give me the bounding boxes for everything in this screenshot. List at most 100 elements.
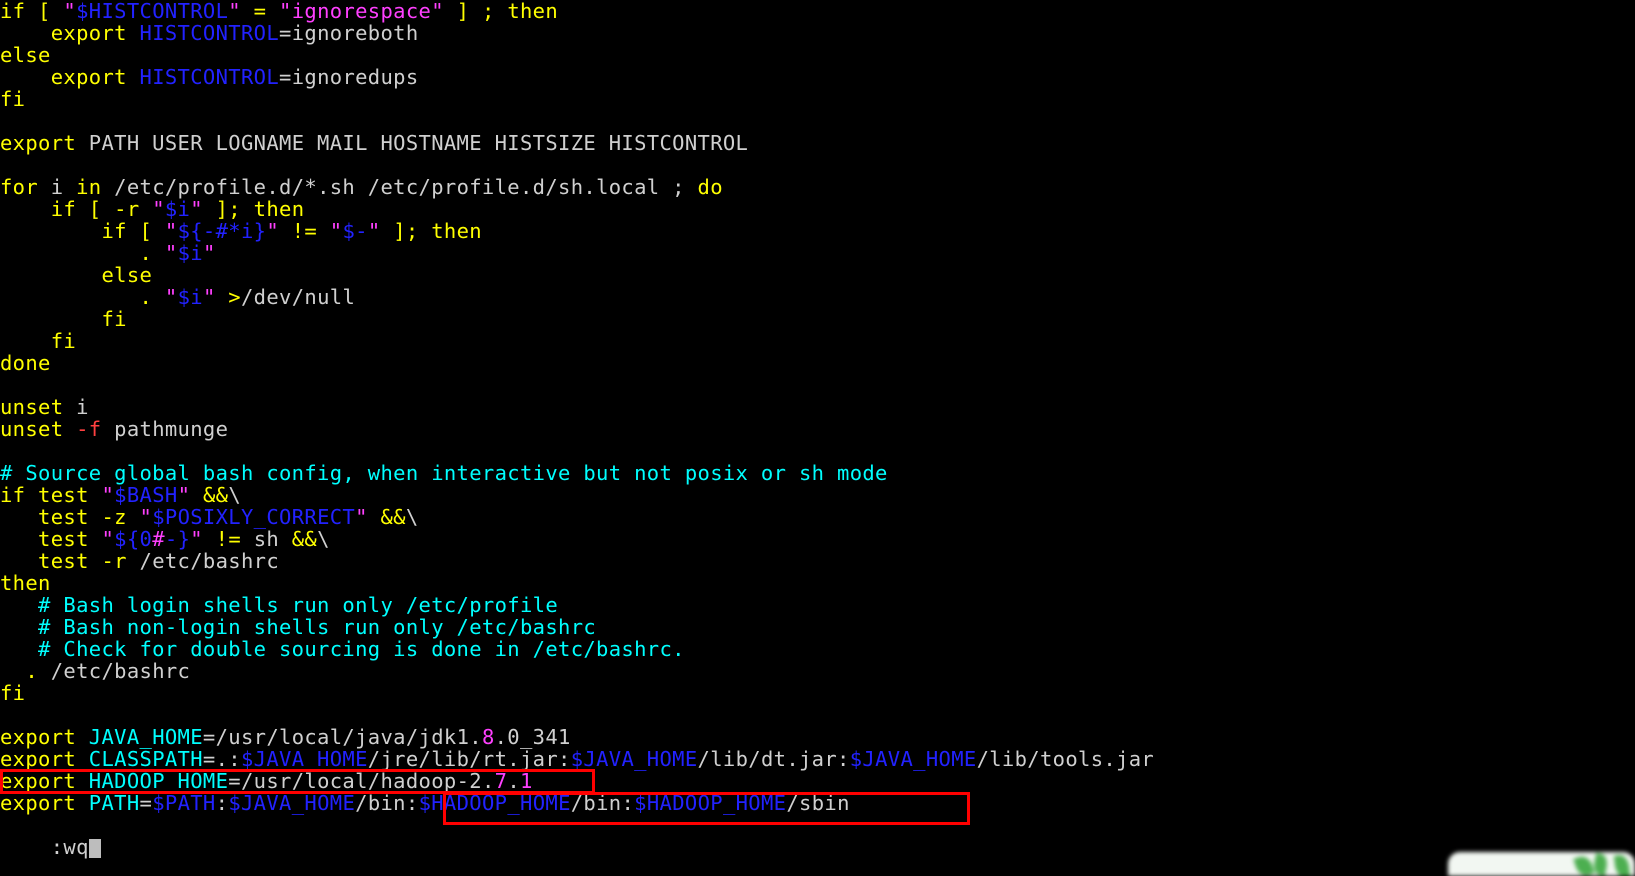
- code-line: for i in /etc/profile.d/*.sh /etc/profil…: [0, 176, 1635, 198]
- code-token: 1: [520, 769, 533, 793]
- code-token: ${0: [114, 527, 153, 551]
- code-token: -r: [114, 197, 153, 221]
- code-token: for: [0, 175, 39, 199]
- code-line: test -z "$POSIXLY_CORRECT" &&\: [0, 506, 1635, 528]
- code-line: if test "$BASH" &&\: [0, 484, 1635, 506]
- code-token: =ignoredups: [279, 65, 419, 89]
- code-token: $JAVA_HOME: [228, 791, 356, 815]
- code-token: ": [202, 285, 216, 309]
- code-token: # Bash login shells run only /etc/profil…: [0, 593, 559, 617]
- code-token: HISTCONTROL: [139, 65, 280, 89]
- code-token: export: [0, 21, 140, 45]
- code-line: done: [0, 352, 1635, 374]
- code-line: export JAVA_HOME=/usr/local/java/jdk1.8.…: [0, 726, 1635, 748]
- code-token: /etc/profile.d/*.sh /etc/profile.d/sh.lo…: [101, 175, 698, 199]
- code-token: fi: [0, 329, 77, 353]
- code-token: ${-#*i}: [177, 219, 267, 243]
- code-token: .: [0, 241, 165, 265]
- code-line: # Bash login shells run only /etc/profil…: [0, 594, 1635, 616]
- code-token: $JAVA_HOME: [240, 747, 368, 771]
- code-token: export: [0, 131, 77, 155]
- code-token: ": [139, 505, 153, 529]
- code-line: export HADOOP_HOME=/usr/local/hadoop-2.7…: [0, 770, 1635, 792]
- code-token: JAVA_HOME: [88, 725, 203, 749]
- code-line: . "$i": [0, 242, 1635, 264]
- code-token: =/usr/local/java/jdk1.: [202, 725, 482, 749]
- code-line: # Check for double sourcing is done in /…: [0, 638, 1635, 660]
- code-line: export CLASSPATH=.:$JAVA_HOME/jre/lib/rt…: [0, 748, 1635, 770]
- code-token: $JAVA_HOME: [849, 747, 977, 771]
- code-line: export PATH=$PATH:$JAVA_HOME/bin:$HADOOP…: [0, 792, 1635, 814]
- code-token: $i: [177, 285, 203, 309]
- code-line: unset i: [0, 396, 1635, 418]
- code-line: # Bash non-login shells run only /etc/ba…: [0, 616, 1635, 638]
- code-token: ": [63, 0, 77, 23]
- code-token: if [: [0, 197, 115, 221]
- code-line: fi: [0, 308, 1635, 330]
- code-token: .: [0, 285, 165, 309]
- code-token: HADOOP_HOME: [88, 769, 229, 793]
- code-token: unset: [0, 395, 64, 419]
- code-token: fi: [0, 87, 26, 111]
- code-token: !=: [279, 219, 330, 243]
- code-token: export: [0, 725, 77, 749]
- code-token: ": [164, 241, 178, 265]
- code-line: else: [0, 264, 1635, 286]
- code-token: &&: [367, 505, 406, 529]
- text-cursor: [88, 839, 101, 858]
- code-token: $-: [342, 219, 368, 243]
- code-line: if [ "${-#*i}" != "$-" ]; then: [0, 220, 1635, 242]
- code-token: # Bash non-login shells run only /etc/ba…: [0, 615, 597, 639]
- code-token: i: [63, 395, 89, 419]
- code-token: i: [38, 175, 77, 199]
- code-line: export PATH USER LOGNAME MAIL HOSTNAME H…: [0, 132, 1635, 154]
- code-token: >: [215, 285, 241, 309]
- code-line: else: [0, 44, 1635, 66]
- code-token: &&: [190, 483, 229, 507]
- code-token: ": [101, 483, 115, 507]
- code-token: /sbin: [786, 791, 850, 815]
- code-token: ": [202, 241, 216, 265]
- code-token: then: [0, 571, 51, 595]
- code-token: $i: [164, 197, 191, 221]
- code-token: export: [0, 65, 140, 89]
- code-line: fi: [0, 682, 1635, 704]
- code-token: export: [0, 769, 77, 793]
- terminal-screen: if [ "$HISTCONTROL" = "ignorespace" ] ; …: [0, 0, 1635, 876]
- code-token: \: [317, 527, 330, 551]
- code-line: then: [0, 572, 1635, 594]
- code-token: =/usr/local/hadoop-2.: [228, 769, 495, 793]
- code-line: # Source global bash config, when intera…: [0, 462, 1635, 484]
- code-line: . /etc/bashrc: [0, 660, 1635, 682]
- vim-command-line[interactable]: :wq: [0, 814, 101, 876]
- code-line: unset -f pathmunge: [0, 418, 1635, 440]
- code-token: =.:: [202, 747, 241, 771]
- code-token: if test: [0, 483, 102, 507]
- code-token: ": [367, 219, 381, 243]
- code-token: /etc/bashrc: [50, 659, 191, 683]
- code-token: ": [266, 219, 280, 243]
- code-token: /lib/tools.jar: [976, 747, 1155, 771]
- code-token: HISTCONTROL: [139, 21, 280, 45]
- vim-buffer[interactable]: if [ "$HISTCONTROL" = "ignorespace" ] ; …: [0, 0, 1635, 814]
- code-token: ]; then: [202, 197, 305, 221]
- code-token: ": [228, 0, 241, 23]
- code-token: /dev/null: [241, 285, 356, 309]
- code-token: test: [0, 505, 102, 529]
- code-token: -r: [101, 549, 140, 573]
- code-token: $HISTCONTROL: [76, 0, 229, 23]
- code-token: export: [0, 747, 77, 771]
- code-token: ] ; then: [443, 0, 559, 23]
- code-token: .: [507, 769, 520, 793]
- code-token: if [: [0, 219, 165, 243]
- code-token: /bin:: [355, 791, 419, 815]
- code-token: PATH: [88, 791, 140, 815]
- notification-popup[interactable]: [1448, 852, 1635, 876]
- code-token: -z: [101, 505, 140, 529]
- vim-command-text: :wq: [50, 835, 89, 859]
- code-line: if [ -r "$i" ]; then: [0, 198, 1635, 220]
- code-line: . "$i" >/dev/null: [0, 286, 1635, 308]
